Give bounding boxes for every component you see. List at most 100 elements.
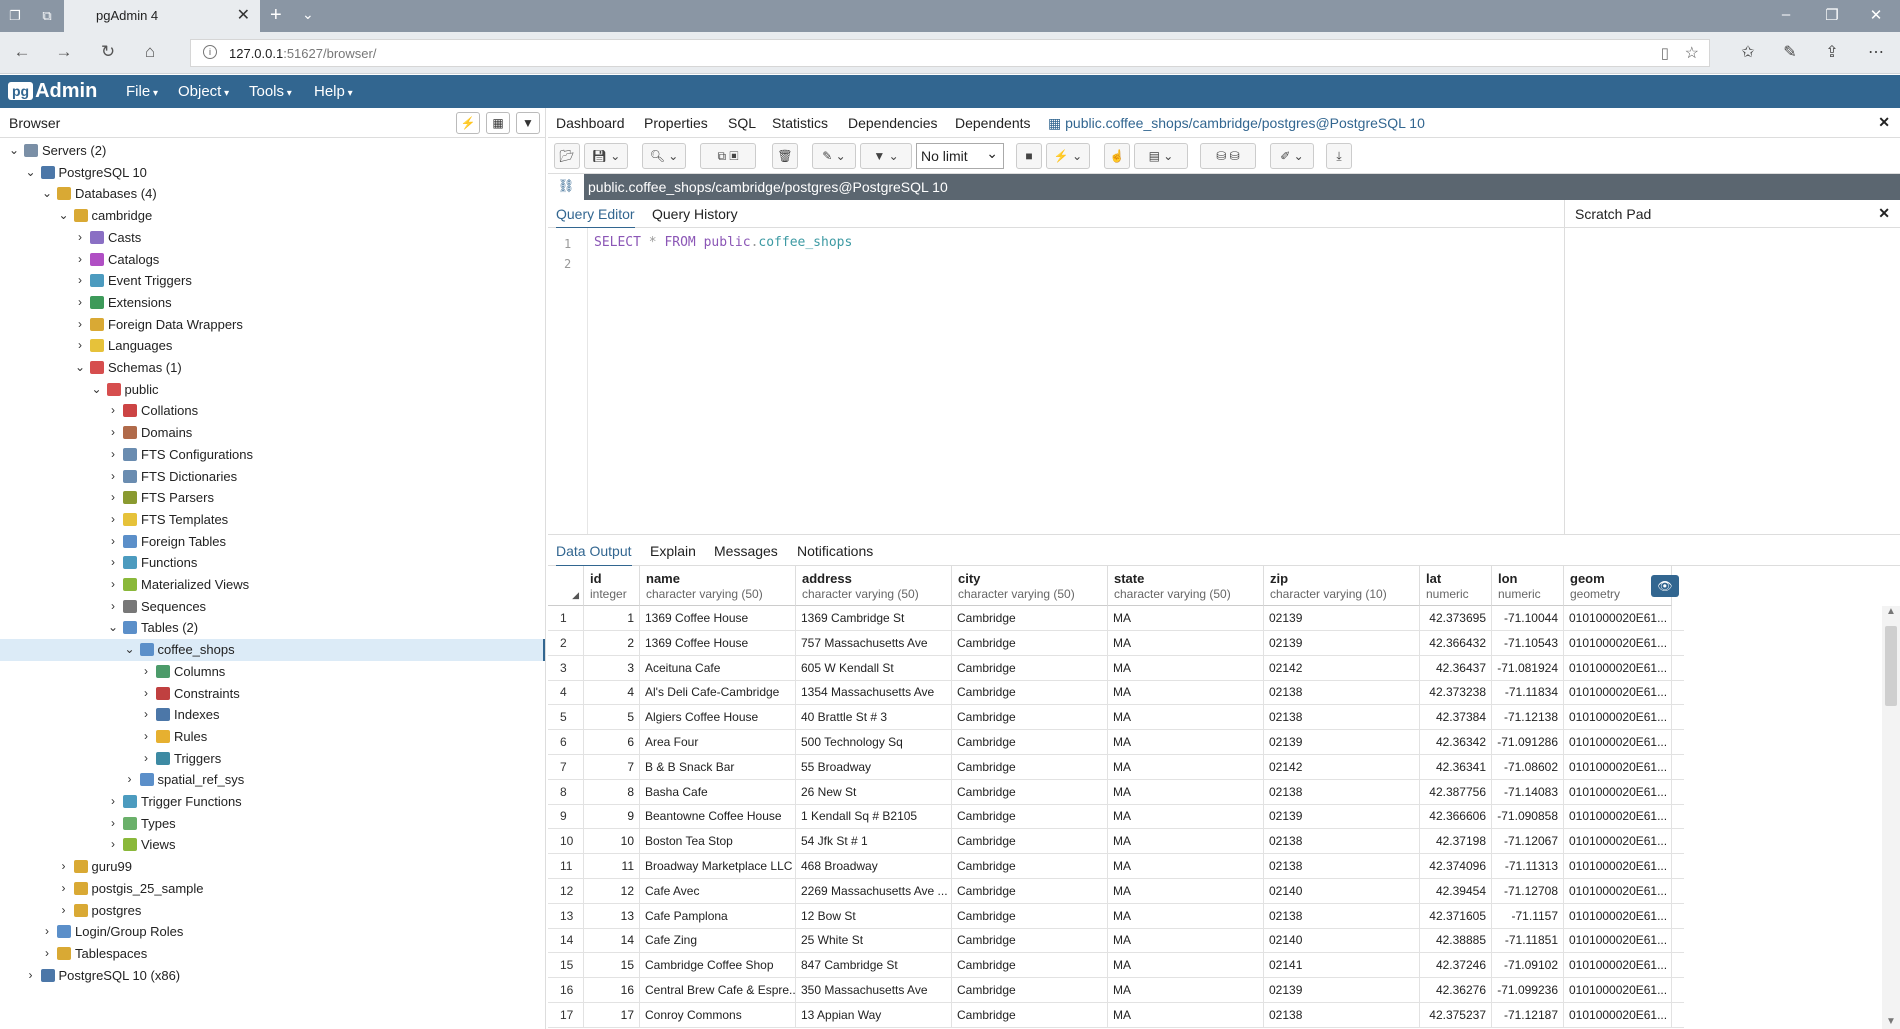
table-cell[interactable]: 0101000020E61...: [1564, 630, 1672, 656]
table-cell[interactable]: 1369 Coffee House: [640, 606, 796, 631]
table-cell[interactable]: Broadway Marketplace LLC: [640, 854, 796, 879]
table-cell[interactable]: 42.371605: [1420, 903, 1492, 929]
tree-node[interactable]: › guru99: [0, 856, 545, 878]
connection-status-icon[interactable]: ⛓: [556, 178, 576, 196]
table-cell[interactable]: 12 Bow St: [796, 903, 952, 929]
chevron-right-icon[interactable]: ›: [107, 599, 119, 613]
table-cell[interactable]: 0101000020E61...: [1564, 928, 1672, 954]
table-cell[interactable]: 17: [584, 1002, 640, 1028]
find-icon[interactable]: 🔍︎ ⌄: [642, 143, 686, 169]
table-cell[interactable]: 40 Brattle St # 3: [796, 705, 952, 731]
tree-node[interactable]: › Casts: [0, 227, 545, 249]
table-cell[interactable]: 0101000020E61...: [1564, 606, 1672, 631]
table-cell[interactable]: -71.09102: [1492, 953, 1564, 979]
table-cell[interactable]: Cambridge: [952, 978, 1108, 1003]
table-cell[interactable]: 847 Cambridge St: [796, 953, 952, 979]
chevron-right-icon[interactable]: ›: [107, 555, 119, 569]
table-cell[interactable]: MA: [1108, 606, 1264, 631]
tree-node[interactable]: › Triggers: [0, 748, 545, 770]
scroll-up-icon[interactable]: ▲: [1886, 606, 1896, 617]
chevron-right-icon[interactable]: ›: [140, 664, 152, 678]
table-cell[interactable]: -71.1157: [1492, 903, 1564, 929]
table-cell[interactable]: 1 Kendall Sq # B2105: [796, 804, 952, 830]
table-cell[interactable]: 500 Technology Sq: [796, 730, 952, 755]
table-cell[interactable]: Cambridge: [952, 854, 1108, 879]
tab-explain[interactable]: Explain: [650, 543, 696, 559]
tree-node[interactable]: › postgres: [0, 900, 545, 922]
close-panel-icon[interactable]: ✕: [1878, 114, 1890, 131]
row-number[interactable]: 13: [548, 903, 584, 929]
table-cell[interactable]: Cambridge: [952, 779, 1108, 805]
table-cell[interactable]: -71.11834: [1492, 680, 1564, 706]
tree-node[interactable]: › Views: [0, 834, 545, 856]
table-cell[interactable]: 42.387756: [1420, 779, 1492, 805]
row-number[interactable]: 2: [548, 630, 584, 656]
table-cell[interactable]: 42.37384: [1420, 705, 1492, 731]
table-cell[interactable]: Aceituna Cafe: [640, 655, 796, 681]
table-row[interactable]: 77B & B Snack Bar 55 Broadway Cambridge MA 0…: [548, 754, 1684, 780]
table-row[interactable]: 16 16 Central Brew Cafe & Espre... 350 Mass…: [548, 978, 1684, 1003]
table-cell[interactable]: Boston Tea Stop: [640, 829, 796, 855]
tree-node[interactable]: ⌄ public: [0, 379, 545, 401]
table-cell[interactable]: 6: [584, 730, 640, 755]
table-cell[interactable]: 42.38885: [1420, 928, 1492, 954]
tree-node[interactable]: › Catalogs: [0, 249, 545, 271]
table-cell[interactable]: MA: [1108, 779, 1264, 805]
row-number[interactable]: 5: [548, 705, 584, 731]
chevron-right-icon[interactable]: ›: [107, 794, 119, 808]
table-cell[interactable]: 0101000020E61...: [1564, 680, 1672, 706]
table-cell[interactable]: MA: [1108, 754, 1264, 780]
table-cell[interactable]: MA: [1108, 878, 1264, 904]
chevron-right-icon[interactable]: ›: [74, 295, 86, 309]
table-cell[interactable]: 0101000020E61...: [1564, 878, 1672, 904]
table-cell[interactable]: MA: [1108, 928, 1264, 954]
table-cell[interactable]: 54 Jfk St # 1: [796, 829, 952, 855]
open-file-icon[interactable]: 📂︎: [554, 143, 580, 169]
table-cell[interactable]: -71.11313: [1492, 854, 1564, 879]
tree-node[interactable]: › FTS Templates: [0, 509, 545, 531]
chevron-down-icon[interactable]: ⌄: [107, 620, 119, 634]
column-header-state[interactable]: state character varying (50): [1108, 566, 1264, 606]
tree-node[interactable]: › postgis_25_sample: [0, 878, 545, 900]
table-cell[interactable]: 1354 Massachusetts Ave: [796, 680, 952, 706]
chevron-right-icon[interactable]: ›: [140, 751, 152, 765]
column-header-id[interactable]: id integer: [584, 566, 640, 606]
chevron-right-icon[interactable]: ›: [140, 729, 152, 743]
table-cell[interactable]: -71.12067: [1492, 829, 1564, 855]
stop-icon[interactable]: ■: [1016, 143, 1042, 169]
table-cell[interactable]: Cambridge: [952, 655, 1108, 681]
tree-node[interactable]: › spatial_ref_sys: [0, 769, 545, 791]
tree-node[interactable]: › Columns: [0, 661, 545, 683]
table-cell[interactable]: -71.10543: [1492, 630, 1564, 656]
table-cell[interactable]: Cambridge: [952, 804, 1108, 830]
table-cell[interactable]: 02139: [1264, 804, 1420, 830]
explain-icon[interactable]: ☝: [1104, 143, 1130, 169]
table-cell[interactable]: Cafe Pamplona: [640, 903, 796, 929]
table-row[interactable]: 11 11 Broadway Marketplace LLC 468 Broadway…: [548, 854, 1684, 879]
table-cell[interactable]: Cambridge: [952, 606, 1108, 631]
table-cell[interactable]: 3: [584, 655, 640, 681]
chevron-right-icon[interactable]: ›: [107, 403, 119, 417]
table-cell[interactable]: 42.36342: [1420, 730, 1492, 755]
table-cell[interactable]: 02140: [1264, 878, 1420, 904]
table-cell[interactable]: 02138: [1264, 705, 1420, 731]
chevron-right-icon[interactable]: ›: [41, 924, 53, 938]
table-cell[interactable]: 02139: [1264, 606, 1420, 631]
tree-node[interactable]: › FTS Parsers: [0, 487, 545, 509]
table-cell[interactable]: 13: [584, 903, 640, 929]
chevron-right-icon[interactable]: ›: [74, 317, 86, 331]
table-cell[interactable]: 2269 Massachusetts Ave ...: [796, 878, 952, 904]
column-header-lon[interactable]: lon numeric: [1492, 566, 1564, 606]
table-cell[interactable]: 10: [584, 829, 640, 855]
table-cell[interactable]: 2: [584, 630, 640, 656]
copy-paste-icon[interactable]: ⧉ ▣: [700, 143, 756, 169]
tab-query-history[interactable]: Query History: [652, 206, 738, 222]
table-cell[interactable]: 42.39454: [1420, 878, 1492, 904]
table-cell[interactable]: -71.14083: [1492, 779, 1564, 805]
menu-object[interactable]: Object: [178, 83, 229, 100]
table-cell[interactable]: MA: [1108, 655, 1264, 681]
address-bar[interactable]: i 127.0.0.1:51627/browser/ ▯ ☆: [190, 39, 1710, 67]
table-cell[interactable]: Algiers Coffee House: [640, 705, 796, 731]
chevron-right-icon[interactable]: ›: [58, 881, 70, 895]
table-cell[interactable]: Cambridge: [952, 754, 1108, 780]
